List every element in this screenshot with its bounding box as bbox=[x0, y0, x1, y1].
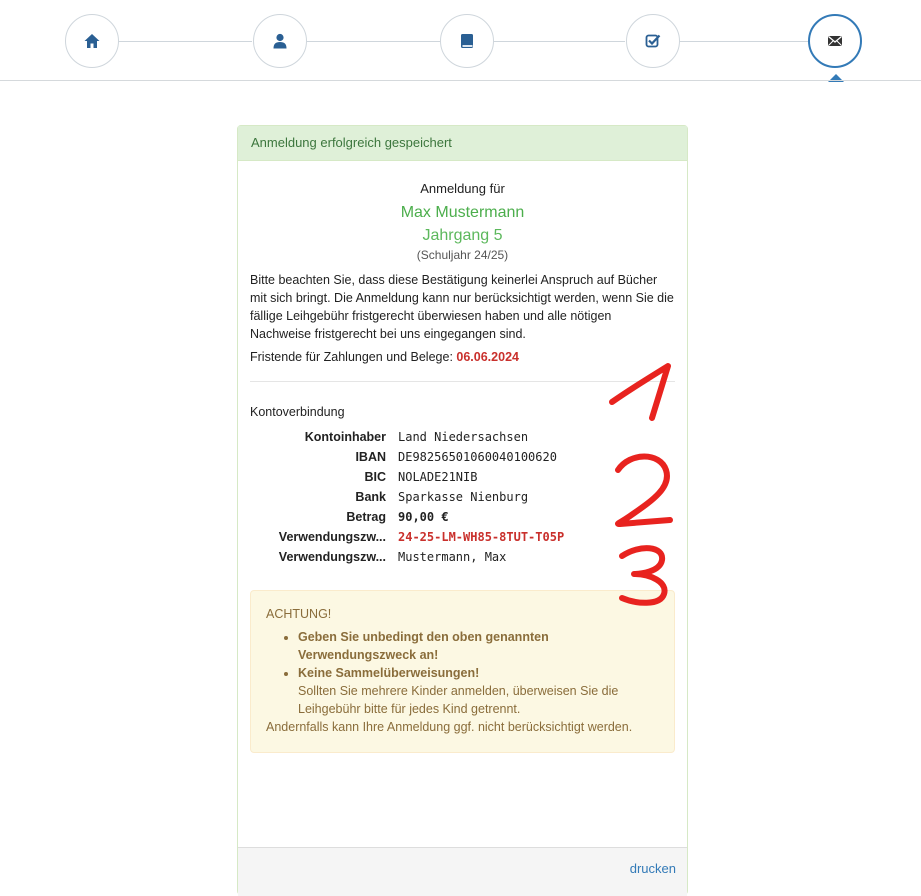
warning-item-bold: Keine Sammelüberweisungen! bbox=[298, 666, 480, 680]
account-label: Bank bbox=[355, 490, 386, 504]
step-connector bbox=[307, 41, 440, 42]
step-user[interactable] bbox=[253, 14, 307, 68]
divider bbox=[250, 381, 675, 382]
warning-item-text: Sollten Sie mehrere Kinder anmelden, übe… bbox=[298, 684, 619, 716]
account-value: Sparkasse Nienburg bbox=[398, 490, 529, 504]
account-row-bank: Bank Sparkasse Nienburg bbox=[250, 487, 675, 507]
deadline-date: 06.06.2024 bbox=[456, 350, 519, 364]
student-name: Max Mustermann bbox=[400, 204, 525, 221]
user-icon bbox=[273, 33, 287, 49]
account-value: DE98256501060040100620 bbox=[398, 450, 557, 464]
school-year-label: (Schuljahr 24/25) bbox=[416, 248, 509, 262]
account-value: Land Niedersachsen bbox=[398, 430, 529, 444]
warning-list: Geben Sie unbedingt den oben genannten V… bbox=[266, 628, 659, 718]
step-connector bbox=[118, 41, 252, 42]
account-row-holder: Kontoinhaber Land Niedersachsen bbox=[250, 427, 675, 447]
step-home[interactable] bbox=[65, 14, 119, 68]
step-confirmation[interactable] bbox=[808, 14, 862, 68]
print-link[interactable]: drucken bbox=[630, 861, 676, 876]
warning-item: Keine Sammelüberweisungen! Sollten Sie m… bbox=[298, 664, 659, 718]
account-value: 24-25-LM-WH85-8TUT-T05P bbox=[398, 530, 565, 544]
account-label: BIC bbox=[364, 470, 386, 484]
book-icon bbox=[461, 34, 473, 48]
account-row-bic: BIC NOLADE21NIB bbox=[250, 467, 675, 487]
panel-body: Anmeldung für Max Mustermann Jahrgang 5 … bbox=[238, 181, 687, 753]
checkbox-icon bbox=[645, 34, 661, 48]
warning-title: ACHTUNG! bbox=[266, 607, 332, 621]
account-label: Kontoinhaber bbox=[304, 430, 386, 444]
success-heading: Anmeldung erfolgreich gespeichert bbox=[238, 126, 687, 161]
deadline-line: Fristende für Zahlungen und Belege: 06.0… bbox=[250, 350, 675, 364]
account-row-reference: Verwendungszw... 24-25-LM-WH85-8TUT-T05P bbox=[250, 527, 675, 547]
panel-footer: drucken bbox=[238, 847, 687, 896]
step-check[interactable] bbox=[626, 14, 680, 68]
registration-for-label: Anmeldung für bbox=[420, 181, 505, 196]
warning-item-bold: Geben Sie unbedingt den oben genannten V… bbox=[298, 630, 549, 662]
account-label: Verwendungszw... bbox=[278, 550, 386, 564]
account-details: Kontoinhaber Land Niedersachsen IBAN DE9… bbox=[250, 427, 675, 567]
account-value: Mustermann, Max bbox=[398, 550, 507, 564]
warning-footer: Andernfalls kann Ihre Anmeldung ggf. nic… bbox=[266, 720, 633, 734]
account-label: IBAN bbox=[355, 450, 386, 464]
warning-box: ACHTUNG! Geben Sie unbedingt den oben ge… bbox=[250, 590, 675, 753]
account-label: Verwendungszw... bbox=[278, 530, 386, 544]
notice-text: Bitte beachten Sie, dass diese Bestätigu… bbox=[250, 273, 674, 341]
confirmation-panel: Anmeldung erfolgreich gespeichert Anmeld… bbox=[237, 125, 688, 896]
grade-label: Jahrgang 5 bbox=[422, 227, 503, 244]
account-row-amount: Betrag 90,00 € bbox=[250, 507, 675, 527]
envelope-icon bbox=[828, 36, 842, 46]
warning-item: Geben Sie unbedingt den oben genannten V… bbox=[298, 628, 659, 664]
account-value: 90,00 € bbox=[398, 510, 449, 524]
step-connector bbox=[680, 41, 808, 42]
wizard-baseline bbox=[0, 80, 921, 81]
account-row-iban: IBAN DE98256501060040100620 bbox=[250, 447, 675, 467]
account-label: Betrag bbox=[346, 510, 386, 524]
deadline-label: Fristende für Zahlungen und Belege: bbox=[250, 350, 453, 364]
home-icon bbox=[84, 34, 100, 48]
wizard-steps bbox=[0, 0, 921, 82]
account-title: Kontoverbindung bbox=[250, 405, 345, 419]
account-value: NOLADE21NIB bbox=[398, 470, 478, 484]
step-book[interactable] bbox=[440, 14, 494, 68]
step-connector bbox=[494, 41, 625, 42]
account-row-reference-name: Verwendungszw... Mustermann, Max bbox=[250, 547, 675, 567]
